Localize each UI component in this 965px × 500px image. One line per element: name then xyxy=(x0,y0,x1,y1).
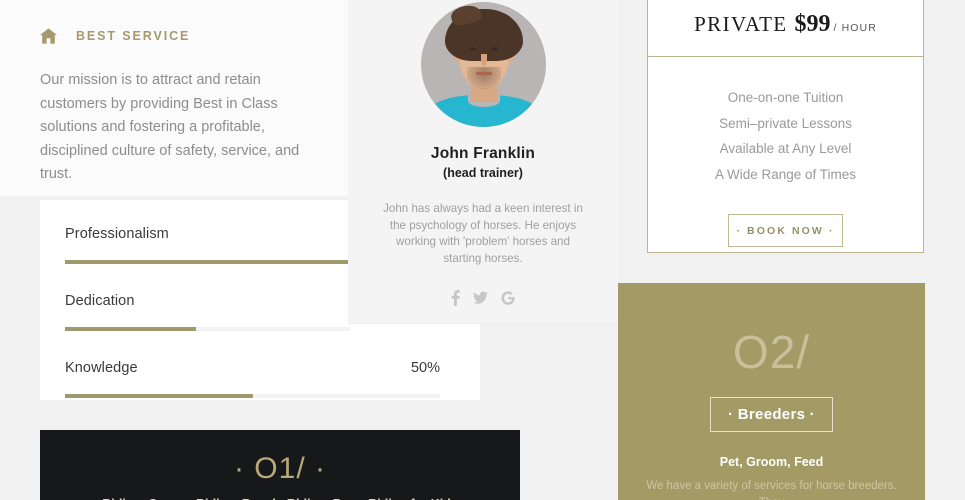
service-card-riding: · O1/ · Riding, Groom, Riding, Ranch, Ri… xyxy=(40,430,520,500)
avatar-eye-left xyxy=(468,47,476,51)
skill-fill xyxy=(65,260,350,264)
home-icon xyxy=(40,28,57,44)
service-body: We have a variety of services for horse … xyxy=(646,480,897,500)
price-card: PRIVATE $99 / HOUR One-on-one Tuition Se… xyxy=(647,0,924,253)
service-subtitle: Pet, Groom, Feed xyxy=(719,455,824,469)
twitter-icon[interactable] xyxy=(473,290,488,306)
service-number: O2/ xyxy=(732,326,811,378)
skill-track[interactable] xyxy=(65,394,440,398)
skill-item: Knowledge 50% xyxy=(40,360,480,398)
avatar-nose xyxy=(480,54,487,66)
price-feature: Available at Any Level xyxy=(719,141,852,156)
skill-track[interactable] xyxy=(65,260,350,264)
price-feature: Semi–private Lessons xyxy=(719,115,852,131)
page-title: BEST SERVICE xyxy=(76,29,191,43)
best-service-header: BEST SERVICE xyxy=(40,22,314,50)
avatar xyxy=(420,2,546,127)
skill-fill xyxy=(65,394,253,398)
trainer-card: John Franklin (head trainer) John has al… xyxy=(348,0,618,323)
trainer-bio: John has always had a keen interest in t… xyxy=(383,202,583,265)
price-amount: $99 xyxy=(794,11,831,37)
service-number: · O1/ · xyxy=(233,452,326,485)
best-service-body: Our mission is to attract and retain cus… xyxy=(40,72,300,182)
avatar-mouth xyxy=(475,72,492,75)
avatar-beard xyxy=(466,67,501,89)
google-icon[interactable] xyxy=(501,290,515,306)
service-card-breeders: O2/ · Breeders · Pet, Groom, Feed We hav… xyxy=(618,283,925,500)
trainer-role: (head trainer) xyxy=(443,166,523,180)
avatar-eye-right xyxy=(490,47,498,51)
skill-header: Dedication xyxy=(65,293,350,312)
skill-percent: 50% xyxy=(410,360,440,376)
skill-label: Dedication xyxy=(65,293,135,309)
price-feature: One-on-one Tuition xyxy=(727,90,844,105)
skill-label: Knowledge xyxy=(65,360,138,376)
skill-fill xyxy=(65,327,197,331)
price-feature-list: One-on-one Tuition Semi–private Lessons … xyxy=(648,57,923,247)
service-title-chip[interactable]: · Breeders · xyxy=(710,397,833,432)
social-links xyxy=(348,290,618,306)
skill-track[interactable] xyxy=(65,327,350,331)
price-label: PRIVATE xyxy=(694,12,788,36)
skill-header: Professionalism xyxy=(65,226,350,245)
skill-header: Knowledge 50% xyxy=(65,360,440,379)
price-card-header: PRIVATE $99 / HOUR xyxy=(648,0,923,57)
price-unit: / HOUR xyxy=(833,22,877,34)
page-root: BEST SERVICE Our mission is to attract a… xyxy=(0,0,965,500)
trainer-name: John Franklin xyxy=(430,145,536,162)
skill-label: Professionalism xyxy=(65,226,169,242)
best-service-panel: BEST SERVICE Our mission is to attract a… xyxy=(0,0,348,196)
facebook-icon[interactable] xyxy=(451,290,460,306)
price-feature: A Wide Range of Times xyxy=(714,166,857,182)
book-now-button[interactable]: · BOOK NOW · xyxy=(728,214,843,247)
